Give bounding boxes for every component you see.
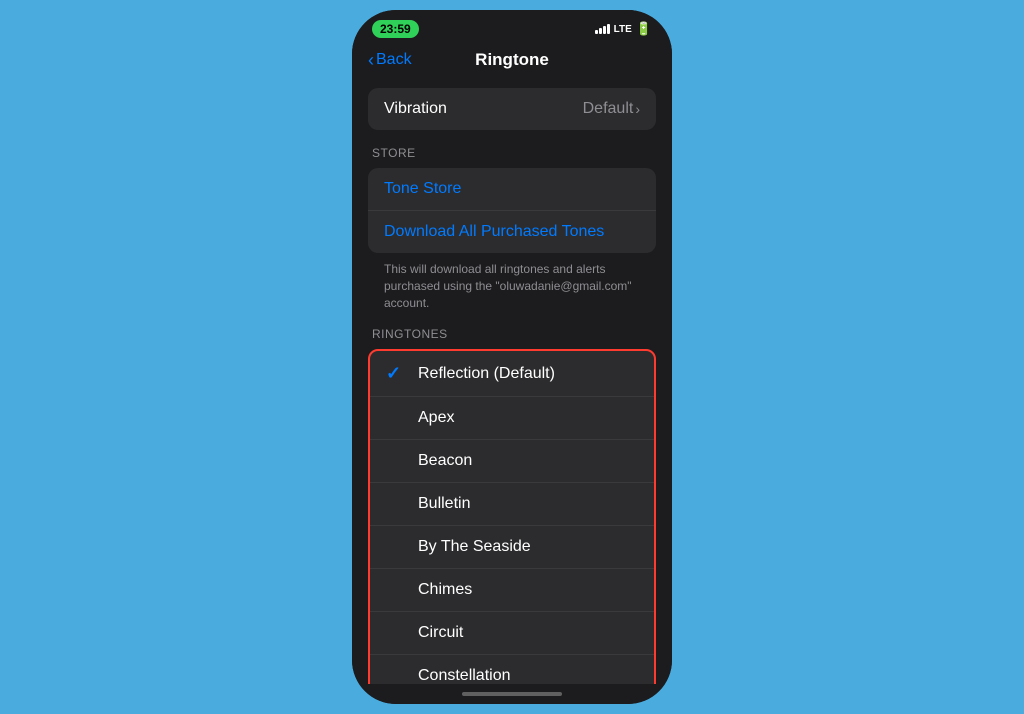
- checkmark-icon: ✓: [386, 363, 406, 384]
- status-icons: LTE 🔋: [595, 21, 652, 37]
- store-note: This will download all ringtones and ale…: [368, 253, 656, 315]
- ringtone-row[interactable]: Constellation: [370, 655, 654, 684]
- ringtone-name: Bulletin: [418, 495, 470, 513]
- signal-bar-3: [603, 26, 606, 34]
- status-bar: 23:59 LTE 🔋: [352, 10, 672, 42]
- phone-frame: 23:59 LTE 🔋 ‹ Back Ringtone Vibration: [352, 10, 672, 704]
- vibration-label: Vibration: [384, 100, 447, 118]
- signal-bars-icon: [595, 24, 610, 34]
- back-chevron-icon: ‹: [368, 50, 374, 71]
- ringtone-name: Chimes: [418, 581, 472, 599]
- ringtone-name: Beacon: [418, 452, 472, 470]
- lte-label: LTE: [614, 24, 632, 35]
- ringtone-row[interactable]: Apex: [370, 397, 654, 440]
- content-scroll[interactable]: Vibration Default › STORE Tone Store Dow…: [352, 80, 672, 684]
- ringtone-row[interactable]: Beacon: [370, 440, 654, 483]
- status-time: 23:59: [372, 20, 419, 38]
- ringtone-name: Circuit: [418, 624, 463, 642]
- signal-bar-1: [595, 30, 598, 34]
- store-section: STORE Tone Store Download All Purchased …: [352, 138, 672, 319]
- signal-bar-2: [599, 28, 602, 34]
- tone-store-button[interactable]: Tone Store: [368, 168, 656, 211]
- page-title: Ringtone: [475, 50, 549, 70]
- ringtones-section: RINGTONES ✓ Reflection (Default) Apex Beaco…: [352, 319, 672, 684]
- ringtone-row[interactable]: Circuit: [370, 612, 654, 655]
- ringtone-name: Apex: [418, 409, 454, 427]
- nav-bar: ‹ Back Ringtone: [352, 42, 672, 80]
- ringtone-row[interactable]: ✓ Reflection (Default): [370, 351, 654, 397]
- chevron-right-icon: ›: [635, 101, 640, 117]
- download-tones-button[interactable]: Download All Purchased Tones: [368, 211, 656, 253]
- store-section-label: STORE: [368, 146, 656, 160]
- home-indicator: [352, 684, 672, 704]
- home-bar: [462, 692, 562, 696]
- ringtone-name: Reflection (Default): [418, 365, 555, 383]
- ringtones-section-label: RINGTONES: [368, 327, 656, 341]
- ringtone-row[interactable]: By The Seaside: [370, 526, 654, 569]
- vibration-row[interactable]: Vibration Default ›: [368, 88, 656, 130]
- ringtone-name: By The Seaside: [418, 538, 531, 556]
- store-group: Tone Store Download All Purchased Tones: [368, 168, 656, 253]
- ringtone-name: Constellation: [418, 667, 511, 684]
- battery-icon: 🔋: [636, 21, 652, 37]
- signal-bar-4: [607, 24, 610, 34]
- vibration-value: Default ›: [583, 100, 640, 118]
- vibration-section: Vibration Default ›: [352, 80, 672, 138]
- ringtone-row[interactable]: Chimes: [370, 569, 654, 612]
- back-label: Back: [376, 51, 412, 69]
- back-button[interactable]: ‹ Back: [368, 50, 412, 71]
- ringtones-group: ✓ Reflection (Default) Apex Beacon Bulletin B…: [368, 349, 656, 684]
- ringtone-row[interactable]: Bulletin: [370, 483, 654, 526]
- vibration-value-text: Default: [583, 100, 634, 118]
